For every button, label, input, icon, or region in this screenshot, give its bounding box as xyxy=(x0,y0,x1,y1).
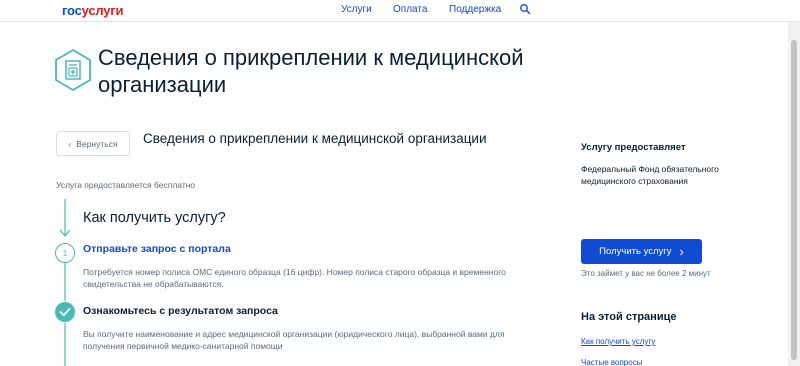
nav-support[interactable]: Поддержка xyxy=(449,4,501,15)
on-this-page-heading: На этой странице xyxy=(581,311,677,323)
step-1-description: Потребуется номер полиса ОМС единого обр… xyxy=(83,267,506,289)
time-estimate-note: Это займет у вас не более 2 минут xyxy=(581,269,711,278)
chevron-right-icon: › xyxy=(679,244,684,259)
link-faq[interactable]: Частые вопросы xyxy=(581,358,642,366)
chevron-left-icon: ‹ xyxy=(68,138,72,149)
back-button[interactable]: ‹ Вернуться xyxy=(56,131,130,156)
page-title: Сведения о прикреплении к медицинской ор… xyxy=(98,45,524,97)
free-service-note: Услуга предоставляется бесплатно xyxy=(56,180,196,190)
how-to-get-title: Как получить услугу? xyxy=(83,210,226,226)
step-2-title: Ознакомьтесь с результатом запроса xyxy=(83,305,278,317)
scrollbar-thumb[interactable] xyxy=(791,40,797,360)
hospital-document-icon xyxy=(55,48,91,92)
service-subtitle: Сведения о прикреплении к медицинской ор… xyxy=(143,131,487,146)
page-scrollbar[interactable] xyxy=(788,22,800,366)
provider-heading: Услугу предоставляет xyxy=(581,142,686,153)
step-1-title: Отправьте запрос с портала xyxy=(83,243,231,255)
get-service-label: Получить услугу xyxy=(599,246,672,257)
get-service-button[interactable]: Получить услугу › xyxy=(581,239,702,264)
step-1-marker: 1 xyxy=(55,243,75,263)
check-icon xyxy=(55,302,75,322)
top-header: госуслуги Услуги Оплата Поддержка xyxy=(0,0,800,22)
gosuslugi-logo[interactable]: госуслуги xyxy=(62,3,124,18)
link-how-to-get[interactable]: Как получить услугу xyxy=(581,337,655,346)
step-2-description: Вы получите наименование и адрес медицин… xyxy=(83,329,505,351)
steps-timeline xyxy=(59,199,71,366)
nav-payment[interactable]: Оплата xyxy=(393,4,427,15)
search-icon[interactable] xyxy=(519,3,531,15)
nav-services[interactable]: Услуги xyxy=(341,4,372,15)
back-button-label: Вернуться xyxy=(76,138,118,149)
provider-name: Федеральный Фонд обязательного медицинск… xyxy=(581,164,719,186)
